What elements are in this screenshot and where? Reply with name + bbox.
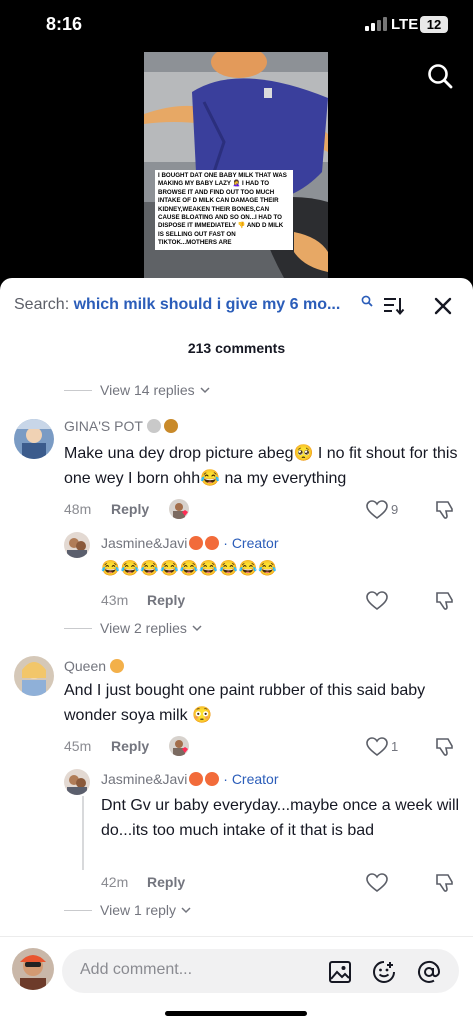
heart-icon[interactable] <box>366 873 388 893</box>
mention-icon[interactable] <box>417 960 441 984</box>
comment-author[interactable]: Queen <box>64 658 124 674</box>
comment-text: Make una dey drop picture abeg🥺 I no fit… <box>64 445 458 487</box>
heart-icon[interactable] <box>366 737 388 757</box>
close-icon[interactable] <box>432 295 454 317</box>
comment-input-placeholder: Add comment... <box>80 961 193 978</box>
comment-author[interactable]: GINA'S POT <box>64 418 179 434</box>
video-thumbnail[interactable]: I bought dat one baby milk that was maki… <box>144 52 328 278</box>
reply-text: Dnt Gv ur baby everyday...maybe once a w… <box>101 797 460 839</box>
heart-eyes-emoji-icon <box>189 536 204 550</box>
network-label: LTE <box>391 16 419 33</box>
liked-by-creator-avatar <box>169 499 189 519</box>
liked-by-creator-avatar <box>169 736 189 756</box>
view-replies-link[interactable]: View 2 replies <box>64 620 203 636</box>
comment-text: And I just bought one paint rubber of th… <box>64 682 426 724</box>
heart-eyes-emoji-icon <box>205 772 220 786</box>
chevron-down-icon <box>200 387 210 394</box>
divider <box>64 389 92 391</box>
reply-thread-line <box>82 796 84 870</box>
avatar[interactable] <box>64 532 90 558</box>
video-caption: I bought dat one baby milk that was maki… <box>155 170 293 250</box>
search-prefix: Search: <box>14 296 74 313</box>
view-replies-link[interactable]: View 14 replies <box>64 382 211 398</box>
avatar[interactable] <box>64 769 90 795</box>
status-time: 8:16 <box>46 14 83 34</box>
reply-author[interactable]: Jasmine&Javi · Creator <box>101 535 279 551</box>
avatar[interactable] <box>14 419 54 459</box>
search-icon[interactable] <box>426 62 454 90</box>
chevron-down-icon <box>181 907 191 914</box>
chevron-down-icon <box>192 625 202 632</box>
dislike-icon[interactable] <box>434 591 456 611</box>
moon-emoji-icon <box>146 419 161 433</box>
creator-label: · Creator <box>223 535 279 551</box>
heart-icon[interactable] <box>366 591 388 611</box>
comment-input[interactable]: Add comment... <box>62 949 459 993</box>
heart-eyes-emoji-icon <box>189 772 204 786</box>
comments-sheet: Search: which milk should i give my 6 mo… <box>0 278 473 1024</box>
reply-button[interactable]: Reply <box>111 501 149 517</box>
comments-count: 213 comments <box>187 340 286 356</box>
author-name: GINA'S POT <box>64 418 143 434</box>
like-count: 1 <box>391 739 399 754</box>
view-replies-link[interactable]: View 1 reply <box>64 902 192 918</box>
user-avatar[interactable] <box>12 948 54 990</box>
sort-icon[interactable] <box>383 296 405 316</box>
reply-text: 😂😂😂😂😂😂😂😂😂 <box>101 560 279 577</box>
signal-icon <box>365 17 387 31</box>
dislike-icon[interactable] <box>434 873 456 893</box>
like-count: 9 <box>391 502 399 517</box>
author-name: Jasmine&Javi <box>101 535 188 551</box>
divider <box>64 909 92 911</box>
reply-button[interactable]: Reply <box>147 874 185 890</box>
search-suggestion[interactable]: Search: which milk should i give my 6 mo… <box>14 296 340 314</box>
author-name: Queen <box>64 658 107 674</box>
emoji-icon[interactable] <box>372 960 396 984</box>
search-mini-icon <box>361 295 373 307</box>
reply-button[interactable]: Reply <box>147 592 185 608</box>
search-suggestion-row[interactable]: Search: which milk should i give my 6 mo… <box>0 278 473 334</box>
battery-icon: 12 <box>420 16 448 33</box>
heart-eyes-emoji-icon <box>205 536 220 550</box>
creator-label: · Creator <box>223 771 279 787</box>
search-query: which milk should i give my 6 mo... <box>73 296 341 313</box>
crown-emoji-icon <box>109 659 124 673</box>
view-replies-label: View 2 replies <box>100 620 187 636</box>
reply-author[interactable]: Jasmine&Javi · Creator <box>101 771 279 787</box>
avatar[interactable] <box>14 656 54 696</box>
reply-time: 43m <box>101 592 129 608</box>
reply-time: 42m <box>101 874 129 890</box>
image-icon[interactable] <box>328 960 352 984</box>
comment-input-bar: Add comment... <box>0 936 473 1024</box>
reply-button[interactable]: Reply <box>111 738 149 754</box>
coin-emoji-icon <box>164 419 179 433</box>
comment-time: 45m <box>64 738 92 754</box>
author-name: Jasmine&Javi <box>101 771 188 787</box>
heart-icon[interactable] <box>366 500 388 520</box>
dislike-icon[interactable] <box>434 737 456 757</box>
comment-time: 48m <box>64 501 92 517</box>
status-bar: 8:16 LTE 12 <box>0 0 473 50</box>
view-replies-label: View 1 reply <box>100 902 177 918</box>
dislike-icon[interactable] <box>434 500 456 520</box>
home-indicator <box>165 1011 307 1016</box>
view-replies-label: View 14 replies <box>100 382 195 398</box>
divider <box>64 627 92 629</box>
